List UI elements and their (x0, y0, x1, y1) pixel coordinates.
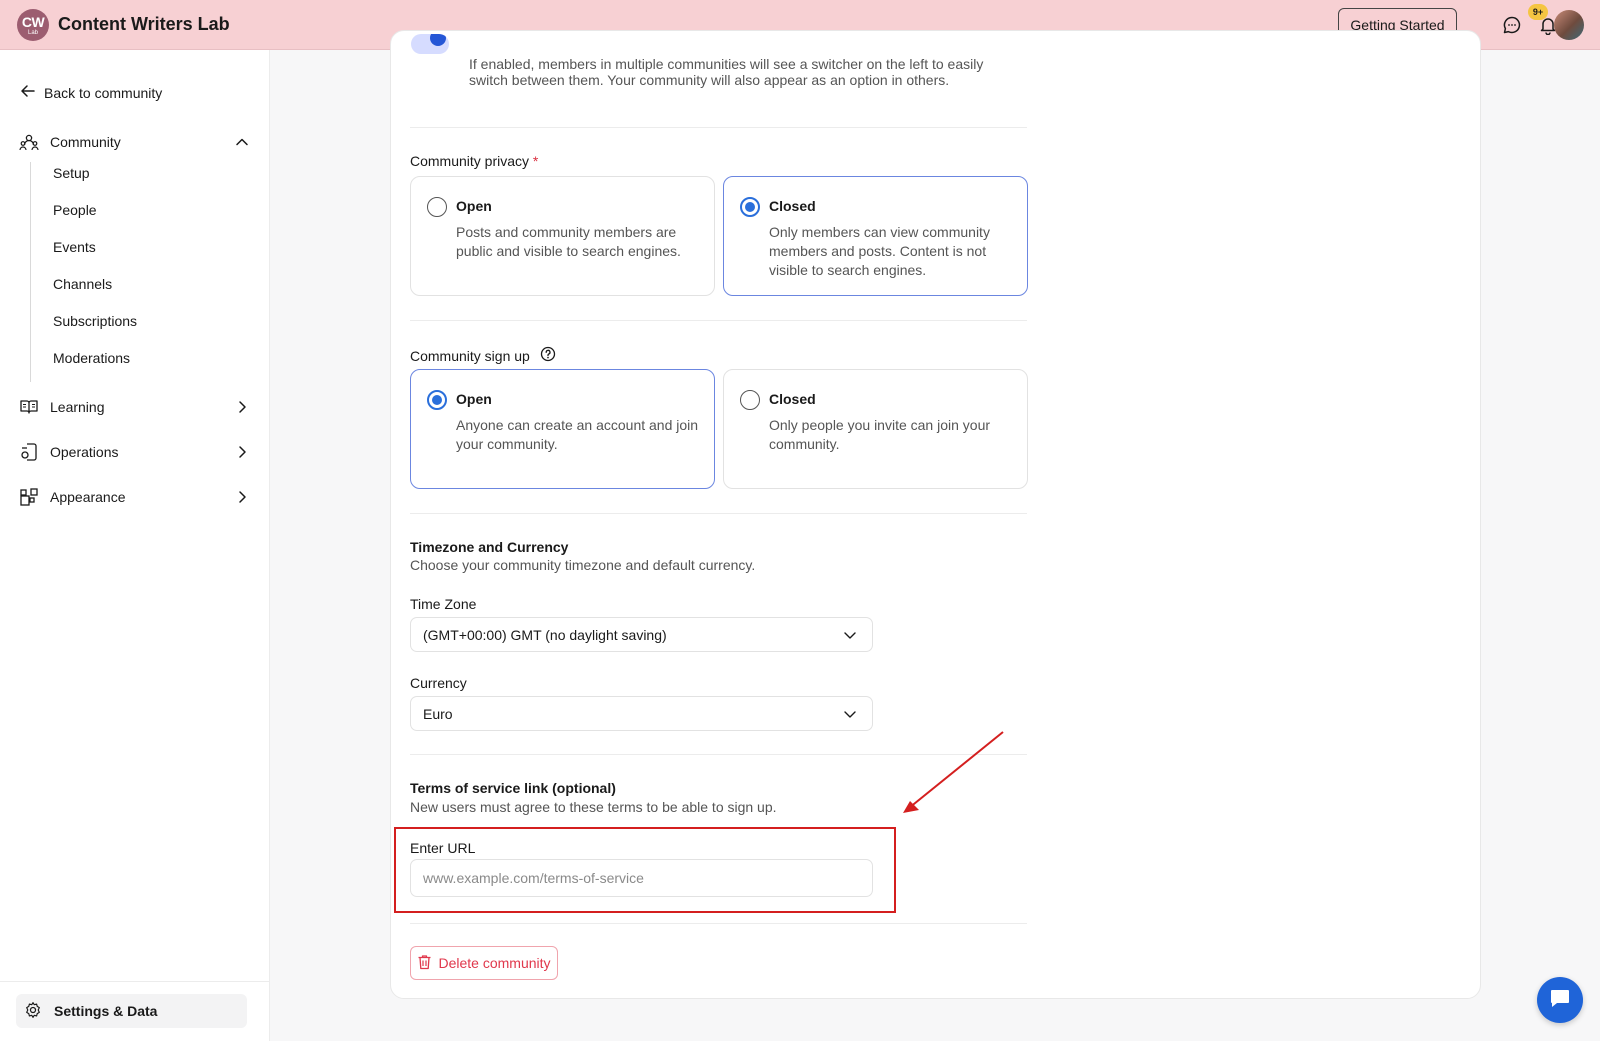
sidebar-group-label: Operations (50, 444, 119, 460)
logo-subtext: Lab (27, 29, 38, 36)
switcher-help-text: If enabled, members in multiple communit… (469, 56, 984, 88)
settings-sidebar: Back to community Community Setup People… (0, 50, 270, 1041)
privacy-closed-radio[interactable] (740, 197, 760, 217)
required-mark: * (532, 153, 539, 169)
privacy-open-radio[interactable] (427, 197, 447, 217)
sidebar-group-label: Appearance (50, 489, 126, 505)
signup-option-open[interactable]: Open Anyone can create an account and jo… (410, 369, 715, 489)
notification-badge: 9+ (1528, 4, 1548, 20)
option-title: Open (456, 198, 492, 214)
option-description: Anyone can create an account and join yo… (456, 417, 699, 452)
sidebar-group-label: Learning (50, 399, 105, 415)
user-avatar[interactable] (1554, 10, 1584, 40)
section-divider (410, 127, 1027, 128)
sidebar-item-settings-data[interactable]: Settings & Data (16, 994, 247, 1028)
annotation-arrow-icon (903, 731, 1004, 813)
chat-bubble-icon (1548, 986, 1572, 1015)
option-title: Open (456, 391, 492, 407)
chevron-up-icon[interactable] (234, 134, 250, 150)
timezone-label: Time Zone (410, 596, 477, 612)
delete-community-button[interactable]: Delete community (410, 946, 558, 980)
appearance-icon (18, 486, 40, 508)
sidebar-item-events[interactable]: Events (53, 239, 96, 255)
option-title: Closed (769, 391, 816, 407)
sidebar-group-community[interactable]: Community (18, 130, 250, 154)
gear-icon (24, 1001, 42, 1022)
chevron-right-icon[interactable] (234, 399, 250, 415)
chevron-right-icon[interactable] (234, 444, 250, 460)
url-label: Enter URL (410, 840, 476, 856)
privacy-label: Community privacy (410, 153, 530, 169)
sidebar-item-setup[interactable]: Setup (53, 165, 90, 181)
book-icon (18, 396, 40, 418)
sidebar-item-subscriptions[interactable]: Subscriptions (53, 313, 137, 329)
sidebar-item-channels[interactable]: Channels (53, 276, 112, 292)
section-divider (410, 513, 1027, 514)
people-group-icon (18, 131, 40, 153)
currency-value: Euro (423, 705, 453, 722)
sidebar-item-moderations[interactable]: Moderations (53, 350, 130, 366)
community-switcher-toggle[interactable] (411, 34, 449, 54)
community-title[interactable]: Content Writers Lab (58, 14, 230, 35)
signup-label-row: Community sign up (410, 346, 556, 365)
community-subnav: Setup People Events Channels Subscriptio… (30, 162, 230, 382)
chat-icon[interactable] (1500, 13, 1524, 37)
section-divider (410, 923, 1027, 924)
arrow-left-icon (20, 83, 36, 102)
signup-open-radio[interactable] (427, 390, 447, 410)
option-description: Only members can view community members … (769, 224, 990, 278)
support-chat-button[interactable] (1537, 977, 1583, 1023)
signup-label: Community sign up (410, 347, 530, 364)
timezone-select[interactable]: (GMT+00:00) GMT (no daylight saving) (410, 617, 873, 652)
chevron-right-icon[interactable] (234, 489, 250, 505)
terms-section-desc: New users must agree to these terms to b… (410, 799, 777, 815)
section-divider (410, 320, 1027, 321)
timezone-section-title: Timezone and Currency (410, 539, 569, 555)
delete-label: Delete community (438, 955, 551, 971)
sidebar-item-people[interactable]: People (53, 202, 97, 218)
help-circle-icon[interactable] (540, 346, 556, 365)
privacy-option-closed[interactable]: Closed Only members can view community m… (723, 176, 1028, 296)
sidebar-group-appearance[interactable]: Appearance (18, 485, 250, 509)
option-title: Closed (769, 198, 816, 214)
sidebar-group-operations[interactable]: Operations (18, 440, 250, 464)
trash-icon (417, 954, 432, 973)
terms-section-title: Terms of service link (optional) (410, 780, 616, 796)
privacy-option-open[interactable]: Open Posts and community members are pub… (410, 176, 715, 296)
community-logo[interactable]: CW Lab (17, 9, 49, 41)
operations-icon (18, 441, 40, 463)
settings-label: Settings & Data (54, 1003, 158, 1019)
chevron-down-icon (842, 706, 858, 722)
back-to-community-link[interactable]: Back to community (20, 83, 162, 102)
signup-option-closed[interactable]: Closed Only people you invite can join y… (723, 369, 1028, 489)
logo-text: CW (21, 13, 45, 30)
currency-label: Currency (410, 675, 467, 691)
currency-select[interactable]: Euro (410, 696, 873, 731)
sidebar-group-learning[interactable]: Learning (18, 395, 250, 419)
terms-url-input[interactable] (410, 859, 873, 897)
option-description: Only people you invite can join your com… (769, 417, 991, 452)
signup-closed-radio[interactable] (740, 390, 760, 410)
privacy-label-row: Community privacy * (410, 153, 538, 169)
back-label: Back to community (44, 84, 163, 101)
option-description: Posts and community members are public a… (456, 224, 681, 259)
timezone-section-desc: Choose your community timezone and defau… (410, 557, 756, 573)
timezone-value: (GMT+00:00) GMT (no daylight saving) (423, 626, 667, 643)
chevron-down-icon (842, 627, 858, 643)
sidebar-divider (0, 981, 270, 982)
sidebar-group-label: Community (50, 134, 121, 150)
